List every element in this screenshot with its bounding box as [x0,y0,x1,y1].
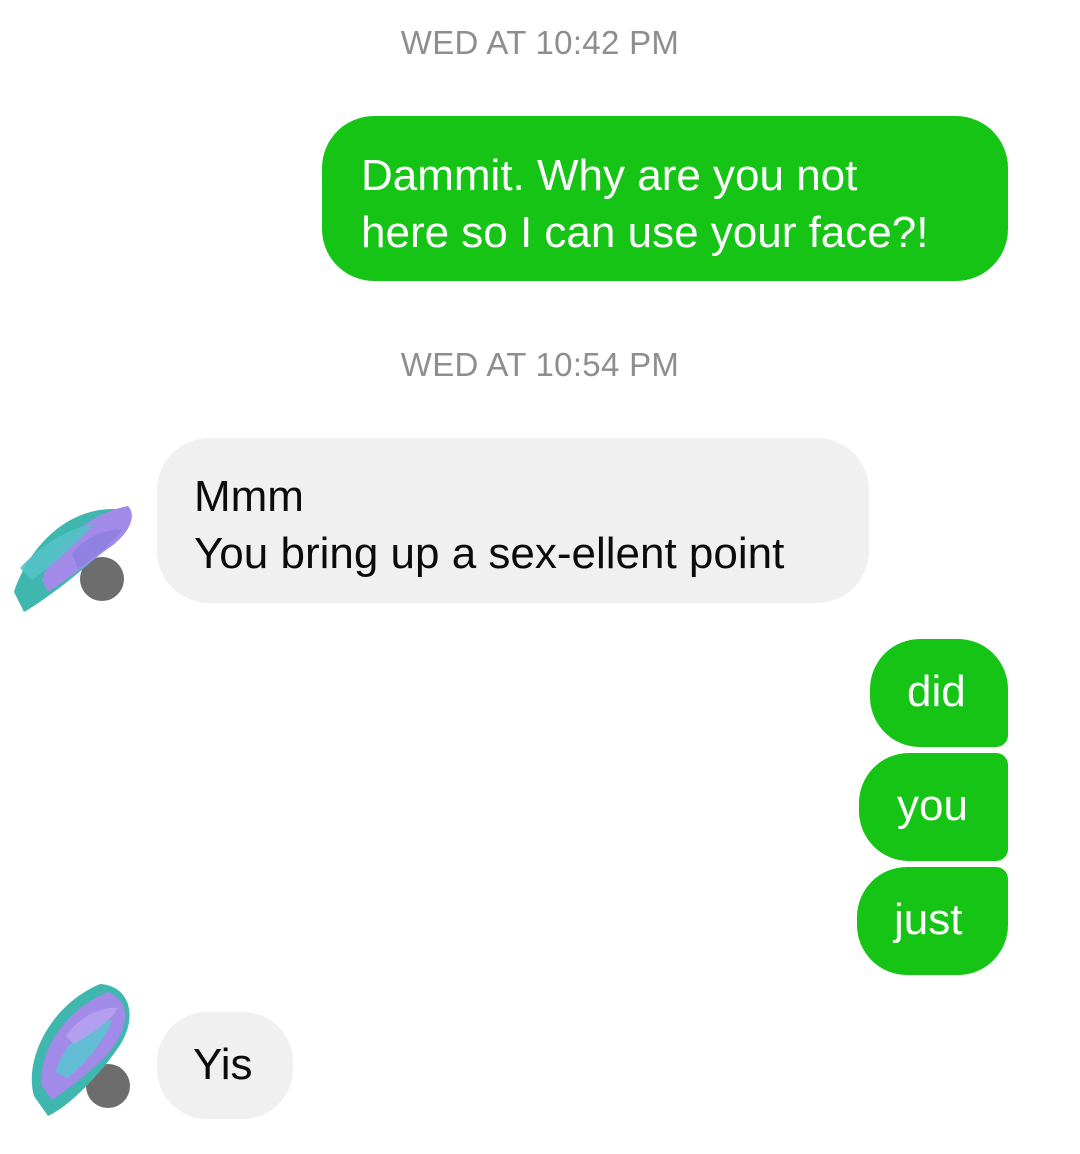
incoming-message-bubble[interactable]: Yis [157,1012,293,1119]
timestamp-1042pm: WED AT 10:42 PM [400,24,680,61]
contact-avatar-icon[interactable] [2,484,142,624]
incoming-message-bubble[interactable]: Mmm You bring up a sex-ellent point [157,438,869,603]
outgoing-message-bubble[interactable]: Dammit. Why are you not here so I can us… [322,116,1008,281]
timestamp-1054pm: WED AT 10:54 PM [400,346,680,383]
outgoing-message-bubble[interactable]: you [859,753,1008,861]
outgoing-message-bubble[interactable]: did [870,639,1008,747]
outgoing-message-bubble[interactable]: just [857,867,1008,975]
scribbled-avatar-icon [31,984,130,1116]
scribbled-avatar-icon [14,506,132,612]
contact-avatar-icon[interactable] [8,976,148,1116]
